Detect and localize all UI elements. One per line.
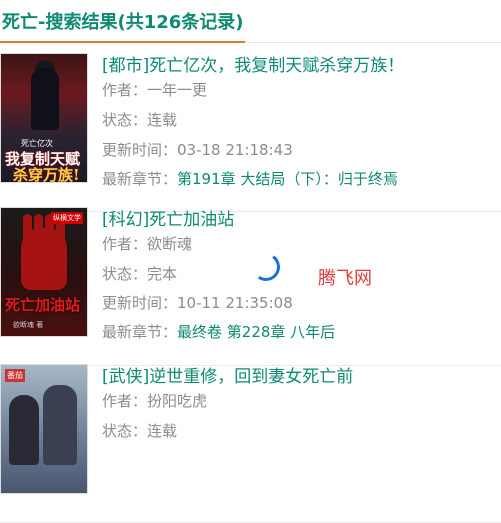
book-status: 状态：连载 <box>102 420 177 441</box>
author-label: 作者： <box>102 81 148 99</box>
status-label: 状态： <box>102 111 148 129</box>
latest-label: 最新章节： <box>102 170 178 188</box>
book-cover[interactable]: 死亡亿次 我复制天赋 杀穿万族! <box>0 53 88 183</box>
author-value: 欲断魂 <box>147 235 193 253</box>
cover-art <box>34 214 43 242</box>
updated-value: 03-18 21:18:43 <box>177 141 293 159</box>
latest-chapter-link[interactable]: 第191章 大结局（下）：归于终焉 <box>177 170 398 188</box>
book-list-item[interactable]: 纵横文学 死亡加油站 欲断魂 著 [科幻]死亡加油站 作者：欲断魂 状态：完本 … <box>0 197 501 366</box>
latest-chapter-link[interactable]: 最终卷 第228章 八年后 <box>177 323 335 341</box>
cover-badge: 纵横文学 <box>51 212 83 224</box>
cover-text: 欲断魂 著 <box>13 321 44 329</box>
page-title: 死亡-搜索结果(共126条记录) <box>2 12 244 33</box>
book-title[interactable]: [科幻]死亡加油站 <box>102 205 234 230</box>
book-title[interactable]: [都市]死亡亿次，我复制天赋杀穿万族！ <box>102 51 404 76</box>
book-updated: 更新时间：03-18 21:18:43 <box>102 139 293 160</box>
book-author: 作者：欲断魂 <box>102 233 192 254</box>
book-latest: 最新章节：最终卷 第228章 八年后 <box>102 321 335 342</box>
cover-art <box>31 68 59 130</box>
author-value: 一年一更 <box>147 81 208 99</box>
cover-text: 死亡加油站 <box>5 296 81 314</box>
cover-art <box>23 214 32 242</box>
book-list-item[interactable]: 死亡亿次 我复制天赋 杀穿万族! [都市]死亡亿次，我复制天赋杀穿万族！ 作者：… <box>0 43 501 212</box>
cover-badge: 番茄 <box>5 369 25 382</box>
status-value: 完本 <box>147 265 178 283</box>
book-status: 状态：连载 <box>102 109 177 130</box>
updated-label: 更新时间： <box>102 141 178 159</box>
book-list-item[interactable]: 番茄 [武侠]逆世重修，回到妻女死亡前 作者：扮阳吃虎 状态：连载 <box>0 354 501 523</box>
status-value: 连载 <box>147 111 178 129</box>
status-label: 状态： <box>102 422 148 440</box>
author-label: 作者： <box>102 392 148 410</box>
book-cover[interactable]: 纵横文学 死亡加油站 欲断魂 著 <box>0 207 88 337</box>
author-label: 作者： <box>102 235 148 253</box>
updated-label: 更新时间： <box>102 294 178 312</box>
latest-label: 最新章节： <box>102 323 178 341</box>
cover-art <box>9 395 39 465</box>
book-updated: 更新时间：10-11 21:35:08 <box>102 292 293 313</box>
book-author: 作者：扮阳吃虎 <box>102 390 207 411</box>
updated-value: 10-11 21:35:08 <box>177 294 293 312</box>
cover-art <box>43 385 77 465</box>
cover-text: 杀穿万族! <box>13 166 80 183</box>
book-latest: 最新章节：第191章 大结局（下）：归于终焉 <box>102 168 398 189</box>
book-cover[interactable]: 番茄 <box>0 364 88 494</box>
book-status: 状态：完本 <box>102 263 177 284</box>
book-author: 作者：一年一更 <box>102 79 207 100</box>
status-value: 连载 <box>147 422 178 440</box>
book-title[interactable]: [武侠]逆世重修，回到妻女死亡前 <box>102 362 353 387</box>
search-results-header: 死亡-搜索结果(共126条记录) <box>0 0 501 43</box>
status-label: 状态： <box>102 265 148 283</box>
author-value: 扮阳吃虎 <box>147 392 208 410</box>
watermark-text: 腾飞网 <box>318 268 372 289</box>
